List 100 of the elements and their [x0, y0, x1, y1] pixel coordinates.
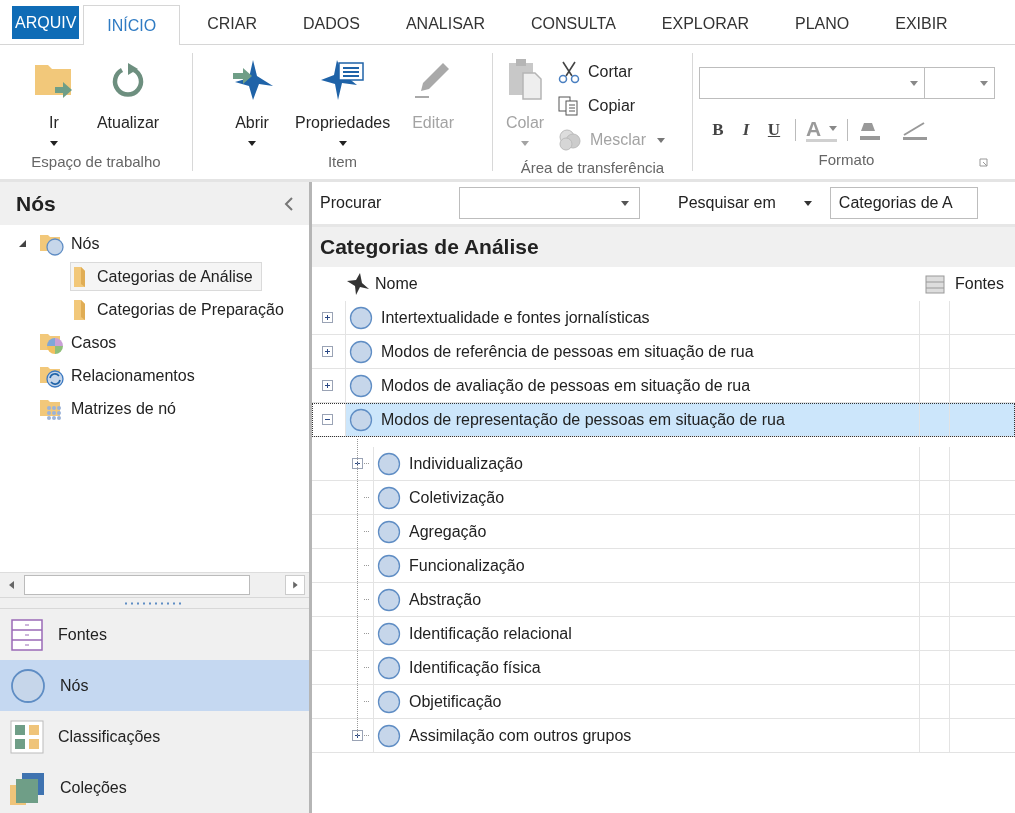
node-row[interactable]: Modos de representação de pessoas em situação de rua — [312, 403, 1015, 437]
expand-icon[interactable] — [322, 380, 333, 391]
node-icon — [376, 553, 401, 578]
node-name: Objetificação — [409, 691, 502, 712]
expand-icon[interactable] — [322, 312, 333, 323]
node-row[interactable]: Abstração — [312, 583, 1015, 617]
column-header[interactable]: Nome — [375, 272, 920, 296]
node-icon — [348, 339, 373, 364]
ribbon-tab[interactable]: INÍCIO — [83, 5, 181, 45]
ribbon-tab[interactable]: EXIBIR — [872, 4, 971, 44]
file-tab[interactable]: ARQUIV — [12, 6, 80, 39]
font-size-field[interactable] — [925, 67, 995, 99]
node-icon — [348, 305, 373, 330]
node-name: Modos de avaliação de pessoas em situação de rua — [381, 375, 751, 396]
ribbon-button[interactable]: Abrir — [223, 53, 281, 151]
ribbon-tab[interactable]: CRIAR — [184, 4, 280, 44]
caret-icon — [829, 125, 838, 131]
node-row[interactable]: Identificação física — [312, 651, 1015, 685]
node-row[interactable]: Coletivização — [312, 481, 1015, 515]
caret-icon — [338, 140, 347, 146]
node-row[interactable]: Assimilação com outros grupos — [312, 719, 1015, 753]
tree-item[interactable]: Casos — [38, 328, 126, 357]
node-row[interactable]: Identificação relacional — [312, 617, 1015, 651]
navigation-button[interactable]: Nós — [0, 660, 309, 711]
ribbon-tab[interactable]: EXPLORAR — [638, 4, 772, 44]
ribbon-tab[interactable]: PLANO — [771, 4, 873, 44]
format-button[interactable]: U — [763, 117, 785, 143]
refresh-icon — [110, 61, 146, 99]
node-row[interactable]: Objetificação — [312, 685, 1015, 719]
node-name: Assimilação com outros grupos — [409, 725, 632, 746]
ribbon-button[interactable]: Propriedades — [287, 53, 399, 151]
node-row[interactable]: Individualização — [312, 447, 1015, 481]
node-icon — [376, 621, 401, 646]
node-icon — [348, 407, 373, 432]
node-row[interactable]: Agregação — [312, 515, 1015, 549]
stacked-squares-icon — [10, 770, 46, 805]
node-name: Modos de representação de pessoas em situação de rua — [381, 409, 785, 430]
caret-icon — [521, 140, 529, 146]
ribbon-tab[interactable]: ANALISAR — [382, 4, 509, 44]
ribbon-button[interactable]: Ir — [24, 53, 83, 151]
node-row[interactable]: Funcionalização — [312, 549, 1015, 583]
find-label: Procurar — [320, 193, 383, 213]
list-title: Categorias de Análise — [320, 234, 539, 261]
group-label: Item — [327, 151, 358, 172]
font-name-field[interactable] — [699, 67, 925, 99]
star-icon — [347, 273, 369, 295]
node-name: Modos de referência de pessoas em situação de rua — [381, 341, 754, 362]
node-icon — [376, 519, 401, 544]
format-button[interactable]: B — [707, 117, 729, 143]
ribbon-small-button[interactable]: Copiar — [557, 89, 665, 123]
node-icon — [376, 587, 401, 612]
ribbon-tab[interactable]: DADOS — [280, 4, 383, 44]
node-name: Coletivização — [409, 487, 505, 508]
node-name: Identificação física — [409, 657, 541, 678]
ribbon-tab[interactable]: CONSULTA — [508, 4, 639, 44]
node-row[interactable]: Intertextualidade e fontes jornalísticas — [312, 301, 1015, 335]
ribbon-button[interactable]: Atualizar — [88, 53, 168, 151]
format-button[interactable]: I — [735, 117, 757, 143]
column-header[interactable]: Fontes — [950, 272, 1015, 296]
node-name: Abstração — [409, 589, 482, 610]
grid-icon — [10, 719, 44, 754]
search-in-dropdown[interactable]: Pesquisar em — [678, 191, 812, 215]
tree-item[interactable]: Nós — [38, 229, 109, 258]
scrollbar[interactable] — [0, 572, 309, 597]
expand-icon[interactable] — [352, 458, 363, 469]
caret-icon — [980, 80, 988, 86]
tree-item[interactable]: Categorias de Preparação — [70, 295, 293, 324]
caret-icon — [803, 200, 812, 206]
expanded-arrow-icon[interactable] — [18, 239, 27, 248]
search-in-field[interactable]: Categorias de A — [829, 187, 978, 219]
group-label: Espaço de trabalho — [31, 151, 161, 172]
tree-item[interactable]: Relacionamentos — [38, 361, 204, 390]
caret-icon — [621, 200, 629, 206]
scrollbar-thumb[interactable] — [24, 575, 250, 595]
node-row[interactable]: Modos de referência de pessoas em situação de rua — [312, 335, 1015, 369]
node-icon — [10, 667, 46, 704]
node-icon — [376, 689, 401, 714]
caret-icon — [49, 140, 58, 146]
caret-icon — [910, 80, 918, 86]
group-label: Área de transferência — [520, 157, 665, 178]
node-icon — [376, 655, 401, 680]
node-name: Individualização — [409, 453, 523, 474]
tree-item[interactable]: Categorias de Análise — [70, 262, 262, 291]
scissors-icon — [557, 60, 581, 84]
tree-item[interactable]: Matrizes de nó — [38, 394, 185, 423]
node-icon — [376, 451, 401, 476]
panel-title: Nós — [16, 190, 56, 217]
search-field[interactable] — [459, 187, 640, 219]
node-name: Intertextualidade e fontes jornalísticas — [381, 307, 650, 328]
node-icon — [376, 485, 401, 510]
collapse-panel-icon[interactable] — [284, 196, 293, 211]
dialog-launcher-icon[interactable] — [979, 158, 988, 167]
node-icon — [376, 723, 401, 748]
node-name: Funcionalização — [409, 555, 525, 576]
group-label: Formato — [818, 149, 875, 170]
ribbon-small-button[interactable]: Cortar — [557, 55, 665, 89]
expand-icon[interactable] — [352, 730, 363, 741]
scroll-right-icon[interactable] — [285, 575, 305, 595]
expand-icon[interactable] — [322, 346, 333, 357]
collapse-icon[interactable] — [322, 414, 333, 425]
